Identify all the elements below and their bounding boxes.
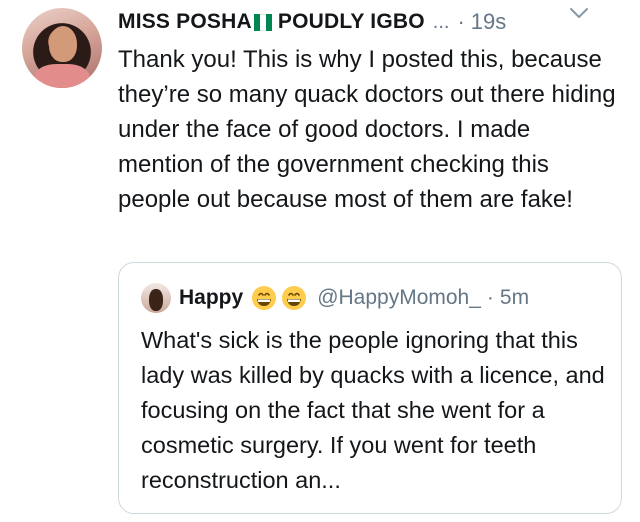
- quoted-handle: @HappyMomoh_: [317, 286, 481, 309]
- nigeria-flag-icon: [253, 13, 272, 31]
- quoted-timestamp: 5m: [499, 286, 530, 309]
- tweet-header: MISS POSHA POUDLY IGBO ... · 19s: [118, 6, 630, 38]
- grinning-face-icon: [252, 286, 277, 310]
- quoted-tweet-header: Happy @HappyMomoh_ · 5m: [141, 281, 529, 315]
- display-name-suffix[interactable]: POUDLY IGBO: [278, 10, 425, 34]
- chevron-down-icon[interactable]: [568, 6, 590, 20]
- avatar-face: [49, 26, 77, 62]
- avatar-body: [34, 64, 90, 88]
- separator-dot: ·: [457, 9, 465, 34]
- display-name[interactable]: MISS POSHA: [118, 10, 252, 34]
- separator-dot: ·: [486, 286, 494, 309]
- avatar[interactable]: [22, 8, 102, 88]
- tweet-timestamp[interactable]: 19s: [471, 9, 506, 35]
- quoted-avatar: [141, 283, 171, 313]
- tweet[interactable]: MISS POSHA POUDLY IGBO ... · 19s Thank y…: [0, 0, 640, 522]
- grinning-face-icon: [282, 286, 307, 310]
- name-truncation: ...: [432, 10, 450, 33]
- quoted-display-name: Happy: [179, 286, 244, 309]
- tweet-body: Thank you! This is why I posted this, be…: [118, 46, 616, 213]
- quoted-tweet-body: What's sick is the people ignoring that …: [141, 327, 605, 493]
- quoted-tweet-card[interactable]: Happy @HappyMomoh_ · 5m What's sick is t…: [118, 262, 622, 514]
